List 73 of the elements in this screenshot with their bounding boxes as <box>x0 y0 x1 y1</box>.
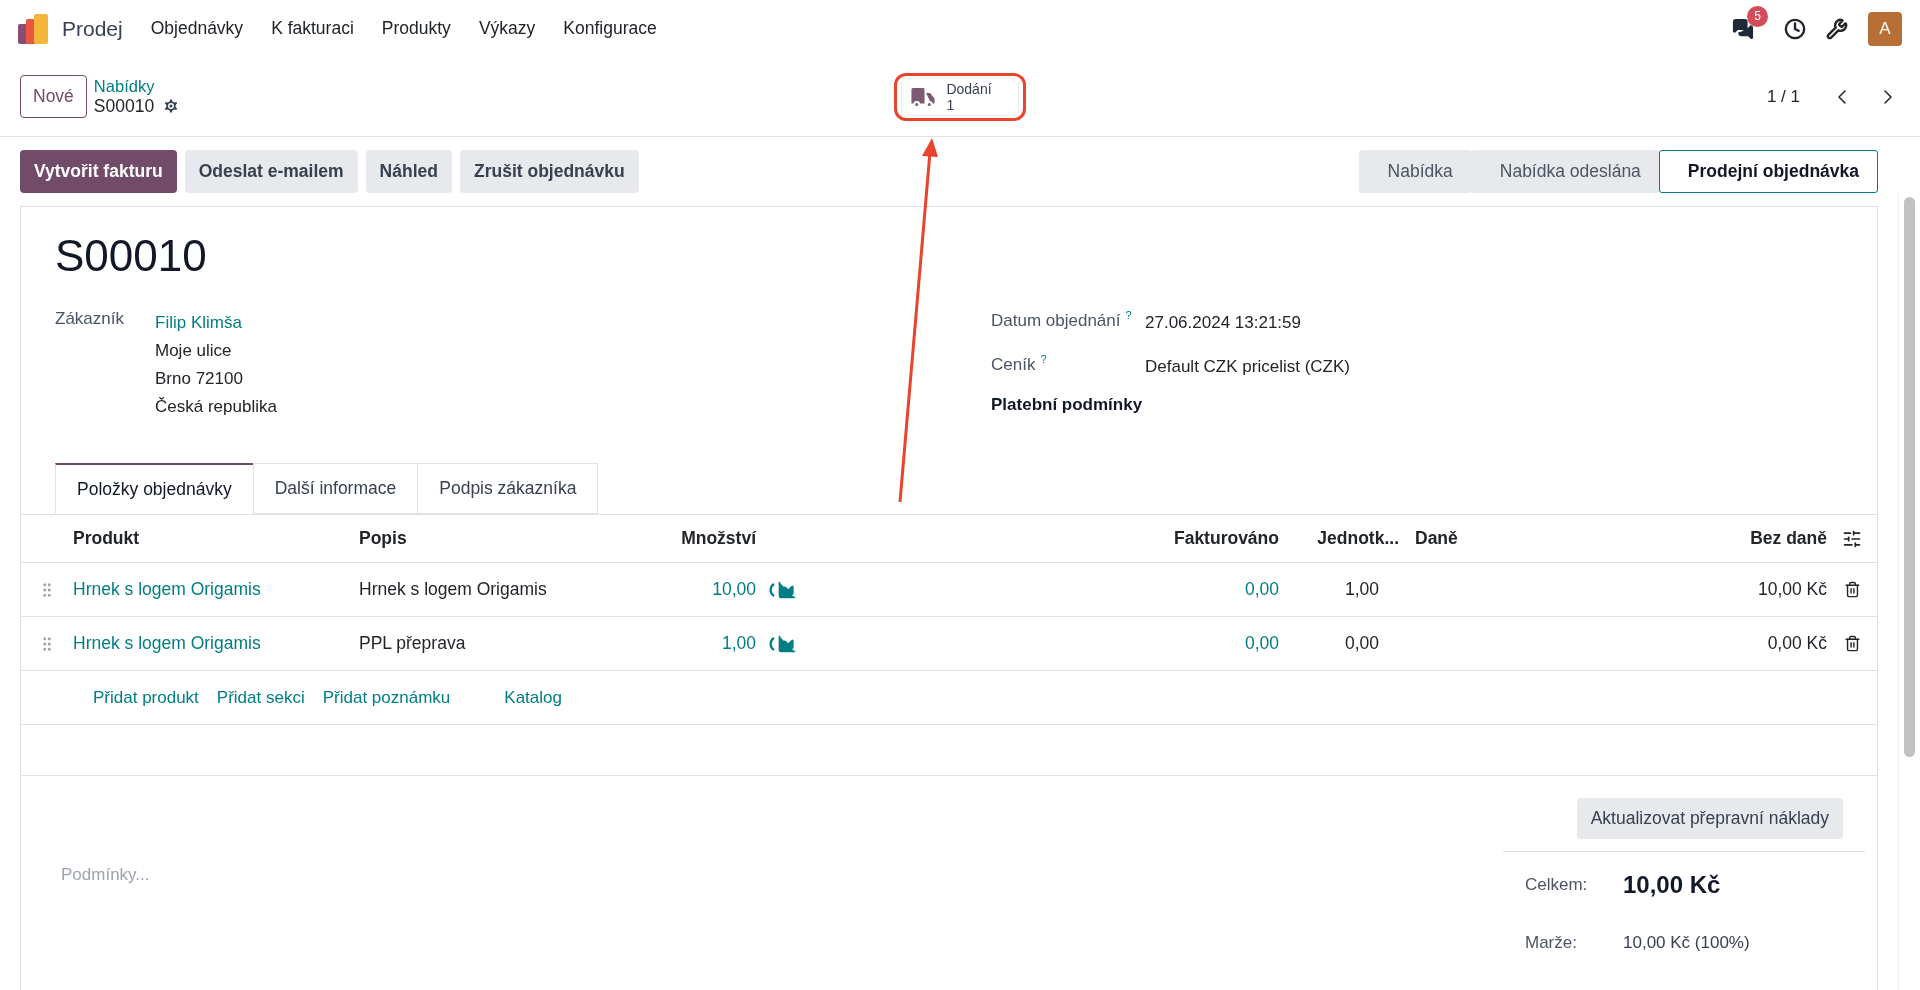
column-header: Produkt <box>73 528 141 549</box>
margin-value: 10,00 Kč (100%) <box>1623 933 1751 953</box>
menu-item[interactable]: Produkty <box>381 18 451 39</box>
action-button[interactable]: Náhled <box>365 150 452 193</box>
table-cell-text: 1,00 <box>1343 579 1380 600</box>
tab[interactable]: Další informace <box>252 463 419 514</box>
add-line-link[interactable]: Katalog <box>504 687 562 708</box>
column-header: Bez daně <box>1749 528 1827 549</box>
action-button[interactable]: Zrušit objednávku <box>459 150 639 193</box>
user-avatar[interactable]: A <box>1868 11 1902 46</box>
table-cell-text: 0,00 Kč <box>1766 633 1827 654</box>
terms-field[interactable]: Podmínky... <box>59 860 659 890</box>
area-chart-icon[interactable] <box>777 579 797 600</box>
status-step[interactable]: Nabídka <box>1358 150 1472 193</box>
address-line: Brno 72100 <box>155 368 244 390</box>
field-label: Zákazník <box>55 309 125 330</box>
pager-count: 1 / 1 <box>1766 86 1800 107</box>
sliders-icon[interactable] <box>1842 528 1862 549</box>
menu-item[interactable]: Objednávky <box>150 18 244 39</box>
add-line-link[interactable]: Přidat poznámku <box>322 687 451 708</box>
address-line: Česká republika <box>155 396 278 418</box>
status-step[interactable]: Prodejní objednávka <box>1658 150 1878 193</box>
product-link[interactable]: Hrnek s logem Origamis <box>73 633 359 654</box>
menu-item[interactable]: K fakturaci <box>271 18 354 39</box>
field-label: Platební podmínky <box>991 395 1144 415</box>
logo-icon <box>18 13 50 44</box>
record-title: S00010 <box>55 231 208 281</box>
record-name: S00010 <box>93 95 155 117</box>
breadcrumb-link[interactable]: Nabídky <box>93 76 181 96</box>
tab[interactable]: Položky objednávky <box>55 463 254 514</box>
tab[interactable]: Podpis zákazníka <box>417 463 599 514</box>
table-cell-text: 0,00 <box>1343 633 1380 654</box>
notification-badge: 5 <box>1747 5 1768 27</box>
margin-label: Marže: <box>1525 933 1578 953</box>
add-line-link[interactable]: Přidat produkt <box>93 687 199 708</box>
field-value: Default CZK pricelist (CZK) <box>1145 356 1351 378</box>
menu-item[interactable]: Výkazy <box>478 18 536 39</box>
quantity-value[interactable]: 10,00 <box>581 579 756 600</box>
status-step[interactable]: Nabídka odeslána <box>1470 150 1660 193</box>
address-line: Moje ulice <box>155 340 233 362</box>
product-link[interactable]: Hrnek s logem Origamis <box>73 579 359 600</box>
clock-icon[interactable] <box>1784 17 1806 40</box>
field-value: 27.06.2024 13:21:59 <box>1145 312 1302 334</box>
wrench-icon[interactable] <box>1826 17 1848 40</box>
quantity-value[interactable]: 1,00 <box>581 633 756 654</box>
field-label: Ceník $^{?}$ <box>991 353 1048 376</box>
column-header: Popis <box>359 528 408 549</box>
table-cell-text: PPL přeprava <box>359 633 467 654</box>
delivery-button[interactable]: Dodání 1 <box>901 77 1019 116</box>
action-button[interactable]: Odeslat e-mailem <box>184 150 358 193</box>
total-amount: 10,00 Kč <box>1623 871 1722 899</box>
trash-icon[interactable] <box>1843 635 1861 652</box>
column-header: Daně <box>1414 528 1459 549</box>
column-header: Množství <box>680 528 756 549</box>
column-header: Fakturováno <box>1172 528 1279 549</box>
new-button[interactable]: Nové <box>20 75 87 118</box>
chat-icon[interactable] <box>1732 17 1754 40</box>
column-header: Jednotk... <box>1316 528 1399 549</box>
app-name[interactable]: Prodej <box>62 16 123 41</box>
invoiced-value: 0,00 <box>1243 579 1279 600</box>
area-chart-icon[interactable] <box>777 633 797 654</box>
total-label: Celkem: <box>1525 875 1589 895</box>
scrollbar-thumb[interactable] <box>1904 197 1915 757</box>
field-label: Datum objednání $^{?}$ <box>991 309 1133 332</box>
menu-item[interactable]: Konfigurace <box>563 18 657 39</box>
table-cell-text: Hrnek s logem Origamis <box>359 579 548 600</box>
update-shipping-button[interactable]: Aktualizovat přepravní náklady <box>1576 798 1843 839</box>
customer-link[interactable]: Filip Klimša <box>155 309 991 337</box>
trash-icon[interactable] <box>1843 581 1861 598</box>
invoiced-value: 0,00 <box>1243 633 1279 654</box>
table-cell-text: 10,00 Kč <box>1756 579 1827 600</box>
add-line-link[interactable]: Přidat sekci <box>216 687 305 708</box>
action-button[interactable]: Vytvořit fakturu <box>20 150 177 193</box>
